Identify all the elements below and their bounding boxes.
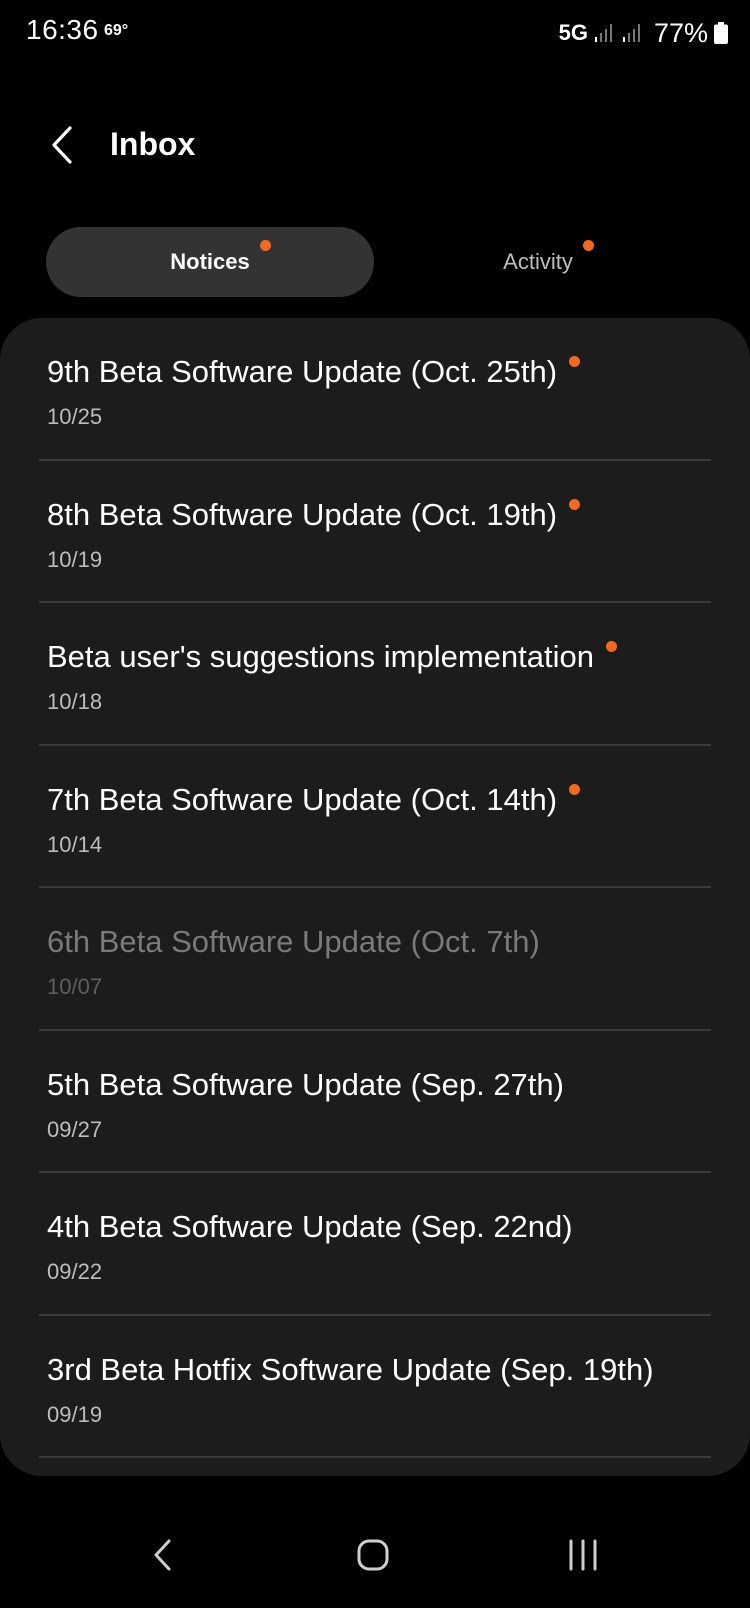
list-item[interactable]: 3rd Beta Hotfix Software Update (Sep. 19… (0, 1316, 750, 1458)
notices-list: 9th Beta Software Update (Oct. 25th) 10/… (0, 318, 750, 1476)
unread-dot (606, 641, 617, 652)
notice-date: 09/27 (47, 1116, 103, 1142)
list-item[interactable]: 5th Beta Software Update (Sep. 27th) 09/… (0, 1031, 750, 1173)
notice-title: 5th Beta Software Update (Sep. 27th) (47, 1066, 564, 1102)
signal-strength-icon (594, 24, 612, 42)
status-time: 16:36 (26, 14, 99, 45)
nav-back-icon (154, 1539, 171, 1571)
battery-icon (714, 22, 728, 44)
notice-date: 10/14 (47, 831, 103, 857)
status-bar: 16:36 69° 5G 77% (0, 0, 750, 66)
notice-date: 10/25 (47, 404, 103, 429)
notice-date: 10/18 (47, 689, 103, 714)
inbox-screen: 16:36 69° 5G 77% Inbox Notices Activity … (0, 0, 750, 1608)
nav-recents-icon (569, 1539, 597, 1571)
nav-home-button[interactable] (343, 1530, 403, 1580)
status-indicators: 5G 77% (559, 16, 728, 50)
tab-activity[interactable]: Activity (374, 227, 702, 297)
chevron-left-icon (52, 126, 72, 164)
notice-title: 8th Beta Software Update (Oct. 19th) (47, 497, 581, 533)
notice-title: 6th Beta Software Update (Oct. 7th) (47, 924, 540, 959)
list-item[interactable]: 4th Beta Software Update (Sep. 22nd) 09/… (0, 1173, 750, 1316)
notice-title: 7th Beta Software Update (Oct. 14th) (47, 782, 581, 818)
nav-back-button[interactable] (133, 1530, 193, 1580)
notice-date: 10/19 (47, 546, 103, 572)
unread-dot (582, 240, 594, 251)
back-button[interactable] (40, 122, 84, 168)
unread-dot (569, 783, 581, 795)
tab-notices[interactable]: Notices (46, 227, 374, 297)
nav-home-icon (357, 1539, 389, 1571)
app-header: Inbox (0, 110, 750, 180)
network-type: 5G (558, 20, 588, 45)
notice-date: 09/19 (47, 1401, 103, 1427)
tab-notices-label: Notices (170, 240, 271, 275)
list-item[interactable]: Beta user's suggestions implementation 1… (0, 603, 750, 746)
divider (39, 1456, 711, 1458)
list-item[interactable]: 8th Beta Software Update (Oct. 19th) 10/… (0, 461, 750, 603)
signal-strength-icon-2 (622, 24, 640, 42)
nav-recents-button[interactable] (553, 1530, 613, 1580)
list-item[interactable]: 7th Beta Software Update (Oct. 14th) 10/… (0, 746, 750, 888)
notice-date: 10/07 (47, 974, 103, 999)
list-item[interactable]: 6th Beta Software Update (Oct. 7th) 10/0… (0, 888, 750, 1031)
unread-dot (569, 356, 581, 367)
battery-percentage: 77% (653, 17, 708, 48)
inbox-tabs: Notices Activity (46, 227, 702, 297)
unread-dot (259, 240, 271, 251)
list-item[interactable]: 9th Beta Software Update (Oct. 25th) 10/… (0, 318, 750, 461)
tab-activity-label: Activity (503, 240, 594, 275)
notice-date: 09/22 (47, 1259, 103, 1284)
status-temperature: 69° (104, 22, 129, 39)
notice-title: 9th Beta Software Update (Oct. 25th) (47, 354, 581, 390)
unread-dot (569, 498, 581, 510)
notice-title: Beta user's suggestions implementation (47, 639, 617, 675)
notice-title: 4th Beta Software Update (Sep. 22nd) (47, 1209, 573, 1244)
page-title: Inbox (110, 126, 196, 162)
notice-title: 3rd Beta Hotfix Software Update (Sep. 19… (47, 1351, 654, 1387)
system-navigation-bar (0, 1510, 750, 1608)
